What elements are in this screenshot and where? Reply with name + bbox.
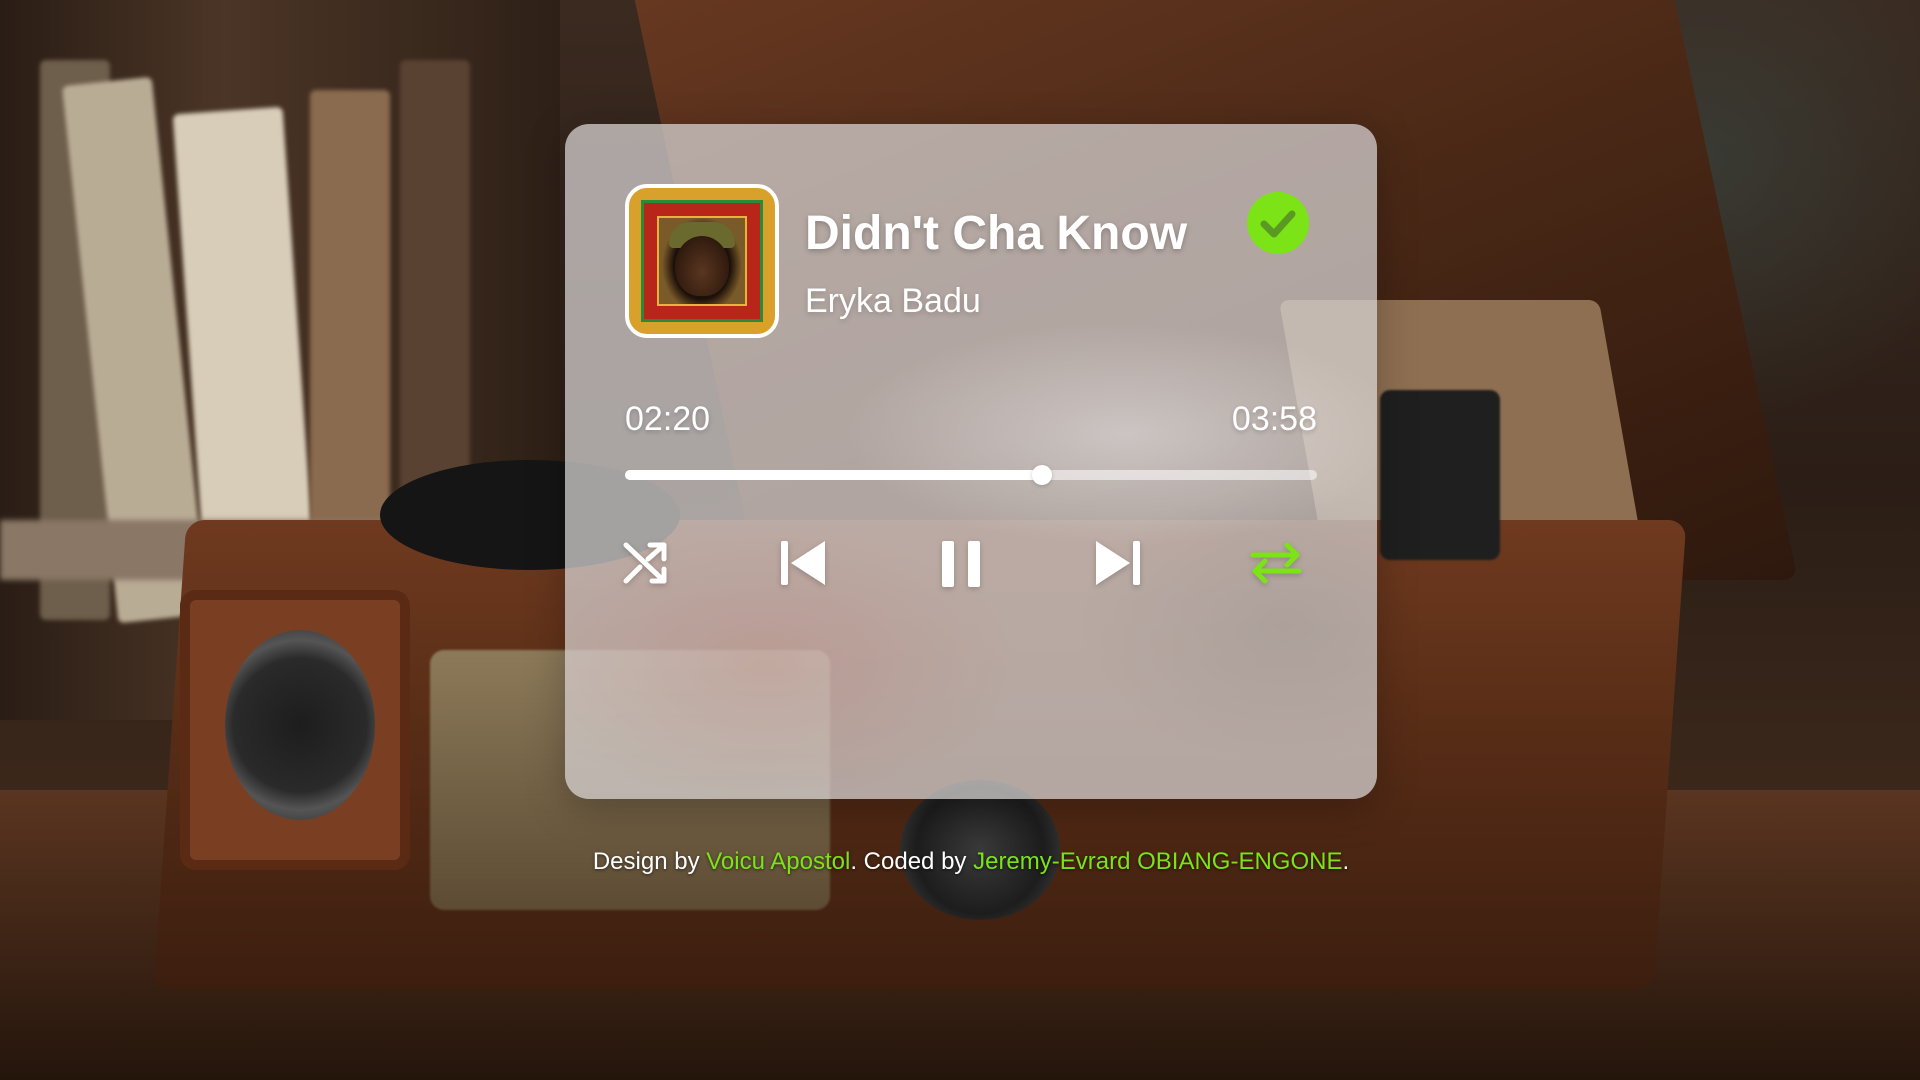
next-button[interactable]: [1083, 528, 1153, 598]
credits-footer: Design by Voicu Apostol. Coded by Jeremy…: [592, 848, 1350, 875]
progress-bar[interactable]: [625, 465, 1317, 485]
progress-fill: [625, 470, 1043, 480]
shuffle-button[interactable]: [611, 528, 681, 598]
designer-link[interactable]: Voicu Apostol: [706, 848, 850, 875]
coder-link[interactable]: Jeremy-Evrard OBIANG-ENGONE: [973, 848, 1342, 875]
credit-design-label: Design by: [592, 848, 707, 875]
liked-button[interactable]: [1247, 192, 1309, 254]
music-player-card: Didn't Cha Know Eryka Badu 02:20 03:58: [565, 124, 1377, 799]
credit-coded-label: . Coded by: [850, 848, 974, 875]
previous-button[interactable]: [768, 528, 838, 598]
repeat-icon: [1250, 542, 1302, 584]
total-time: 03:58: [1231, 400, 1317, 438]
elapsed-time: 02:20: [625, 400, 711, 438]
repeat-button[interactable]: [1241, 528, 1311, 598]
skip-previous-icon: [781, 541, 825, 585]
tonearm: [1380, 390, 1500, 560]
background-scene: Didn't Cha Know Eryka Badu 02:20 03:58 D…: [0, 0, 1920, 1080]
check-circle-icon: [1260, 210, 1296, 238]
skip-next-icon: [1096, 541, 1140, 585]
speaker: [225, 630, 375, 820]
pause-icon: [942, 541, 980, 587]
pause-button[interactable]: [926, 528, 996, 598]
album-art: [625, 184, 779, 338]
shuffle-icon: [623, 542, 667, 584]
track-title: Didn't Cha Know: [805, 207, 1188, 260]
track-artist: Eryka Badu: [805, 282, 981, 320]
